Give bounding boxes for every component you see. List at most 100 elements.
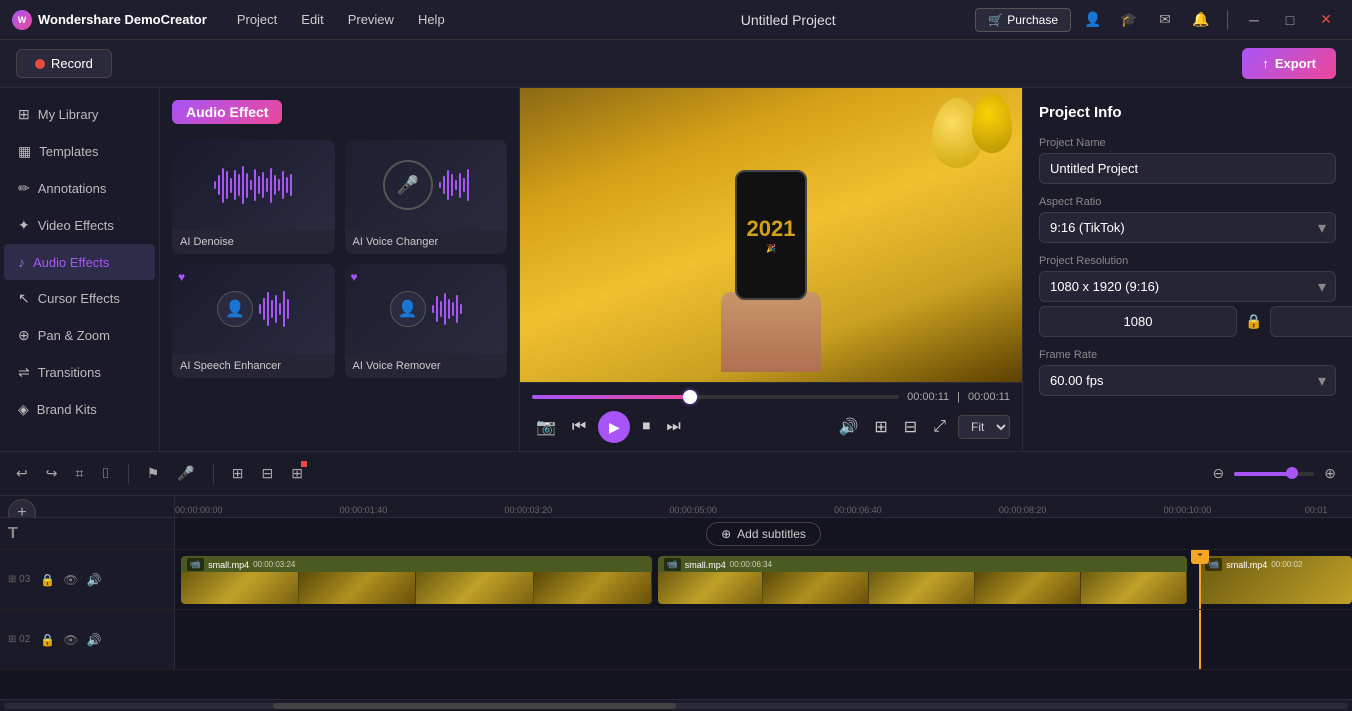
notification-button[interactable]: 🔔 (1187, 6, 1215, 34)
track-03-eye-button[interactable]: 👁 (61, 571, 80, 589)
ai-speech-enhancer-label: AI Speech Enhancer (172, 354, 335, 378)
playhead[interactable]: ⌖ (1199, 550, 1201, 609)
marker-button[interactable]: ⚑ (143, 461, 164, 486)
fullscreen-button[interactable]: ⤢ (929, 414, 950, 440)
sidebar-label-my-library: My Library (38, 107, 99, 122)
sidebar-item-cursor-effects[interactable]: ↖ Cursor Effects (4, 280, 155, 317)
annotations-icon: ✏ (18, 180, 30, 197)
crop-button[interactable]: ⊞ (870, 413, 891, 441)
track-02-mute-button[interactable]: 🔊 (84, 631, 103, 649)
subtitle-add-button[interactable]: ⊞ (228, 461, 248, 486)
ruler-4: 00:00:06:40 (834, 505, 882, 515)
zoom-slider-track[interactable] (1234, 472, 1314, 476)
undo-button[interactable]: ↩ (12, 461, 32, 486)
zoom-out-button[interactable]: ⊖ (1209, 461, 1229, 486)
track-02-eye-button[interactable]: 👁 (61, 631, 80, 649)
nav-edit[interactable]: Edit (291, 8, 333, 31)
aspect-ratio-select[interactable]: 9:16 (TikTok) (1039, 212, 1336, 243)
minimize-button[interactable]: ─ (1240, 6, 1268, 34)
project-name-input[interactable] (1039, 153, 1336, 184)
effect-card-ai-voice-remover[interactable]: ♥ 👤 AI Voice Remover (345, 264, 508, 378)
record-dot-icon (35, 59, 45, 69)
play-button[interactable]: ▶ (598, 411, 630, 443)
maximize-button[interactable]: □ (1276, 6, 1304, 34)
track-03-mute-button[interactable]: 🔊 (84, 571, 103, 589)
effect-card-ai-denoise[interactable]: AI Denoise (172, 140, 335, 254)
scroll-thumb[interactable] (273, 703, 676, 709)
nav-help[interactable]: Help (408, 8, 455, 31)
project-info-panel: Project Info Project Name Aspect Ratio 9… (1022, 88, 1352, 451)
sidebar-item-video-effects[interactable]: ✦ Video Effects (4, 207, 155, 244)
close-button[interactable]: ✕ (1312, 6, 1340, 34)
sidebar-item-pan-zoom[interactable]: ⊕ Pan & Zoom (4, 317, 155, 354)
screenshot-button[interactable]: 📷 (532, 413, 560, 441)
volume-button[interactable]: 🔊 (834, 413, 862, 441)
stop-button[interactable]: ⏹ (638, 414, 654, 440)
sidebar-item-brand-kits[interactable]: ◈ Brand Kits (4, 391, 155, 428)
cart-icon: 🛒 (988, 13, 1003, 27)
add-subtitle-button[interactable]: ⊕ Add subtitles (706, 522, 821, 546)
tl-divider-2 (213, 464, 214, 484)
frame-rate-label: Frame Rate (1039, 349, 1336, 361)
frame-rate-select[interactable]: 60.00 fps (1039, 365, 1336, 396)
subtitle-label-cell: T (0, 518, 175, 549)
track-02-lock-button[interactable]: 🔒 (38, 631, 57, 649)
redo-button[interactable]: ↪ (42, 461, 62, 486)
safe-zone-button[interactable]: ⊟ (900, 413, 921, 441)
sidebar-item-my-library[interactable]: ⊞ My Library (4, 96, 155, 133)
playhead-marker: ⌖ (1191, 550, 1209, 564)
progress-track[interactable] (532, 395, 899, 399)
ai-voice-remover-preview: ♥ 👤 (345, 264, 508, 354)
project-name-label: Project Name (1039, 137, 1336, 149)
lock-icon[interactable]: 🔒 (1245, 313, 1262, 330)
split-button[interactable]: ⌷ (97, 461, 113, 486)
purchase-button[interactable]: 🛒 Purchase (975, 8, 1071, 32)
track-03-lock-button[interactable]: 🔒 (38, 571, 57, 589)
mic-button[interactable]: 🎤 (173, 461, 198, 486)
learn-button[interactable]: 🎓 (1115, 6, 1143, 34)
next-frame-button[interactable]: ⏭ (662, 414, 684, 440)
clip-03-2[interactable]: 📹 small.mp4 00:00:06:34 (658, 556, 1188, 604)
video-effects-icon: ✦ (18, 217, 30, 234)
resolution-select[interactable]: 1080 x 1920 (9:16) (1039, 271, 1336, 302)
trim-button[interactable]: ⌗ (71, 461, 87, 486)
denoise-waveform (214, 165, 292, 205)
panel-header: Audio Effect (172, 100, 507, 124)
nav-project[interactable]: Project (227, 8, 287, 31)
sidebar-item-templates[interactable]: ▦ Templates (4, 133, 155, 170)
playhead-02 (1199, 610, 1201, 669)
nav-bar: Project Edit Preview Help (227, 8, 601, 31)
phone-device: 2021 🎉 (735, 170, 807, 300)
preview-area: 2021 🎉 00:00:11 | 00:00:11 📷 (520, 88, 1022, 451)
resolution-width-input[interactable] (1039, 306, 1237, 337)
progress-bar-container: 00:00:11 | 00:00:11 (532, 391, 1010, 403)
auto-caption-button[interactable]: ⊟ (258, 461, 278, 486)
scroll-track[interactable] (4, 703, 1348, 709)
record-button[interactable]: Record (16, 49, 112, 78)
zoom-in-button[interactable]: ⊕ (1320, 461, 1340, 486)
resolution-height-input[interactable] (1270, 306, 1352, 337)
ruler-spacer: + (0, 496, 175, 517)
ruler-7: 00:01 (1305, 505, 1328, 515)
ruler-2: 00:00:03:20 (505, 505, 553, 515)
sidebar-item-annotations[interactable]: ✏ Annotations (4, 170, 155, 207)
prev-frame-button[interactable]: ⏮ (568, 414, 590, 440)
effect-card-ai-voice-changer[interactable]: 🎤 AI Voice Changer (345, 140, 508, 254)
ai-denoise-preview (172, 140, 335, 230)
effects-track-button[interactable]: ⊞ (287, 461, 307, 486)
mail-button[interactable]: ✉ (1151, 6, 1179, 34)
fit-select[interactable]: Fit (958, 415, 1010, 439)
sidebar-item-transitions[interactable]: ⇌ Transitions (4, 354, 155, 391)
effect-card-ai-speech-enhancer[interactable]: ♥ 👤 AI Speech Enhancer (172, 264, 335, 378)
ai-voice-changer-label: AI Voice Changer (345, 230, 508, 254)
nav-preview[interactable]: Preview (338, 8, 404, 31)
export-button[interactable]: ↑ Export (1242, 48, 1336, 79)
playback-controls: 📷 ⏮ ▶ ⏹ ⏭ (532, 411, 685, 443)
sidebar-item-audio-effects[interactable]: ♪ Audio Effects (4, 244, 155, 280)
profile-button[interactable]: 👤 (1079, 6, 1107, 34)
clip-03-1[interactable]: 📹 small.mp4 00:00:03:24 (181, 556, 652, 604)
clip-03-3[interactable]: 📹 small.mp4 00:00:02 (1199, 556, 1352, 604)
frame-03-1-1 (181, 572, 299, 604)
title-bar: W Wondershare DemoCreator Project Edit P… (0, 0, 1352, 40)
video-frame: 2021 🎉 (520, 88, 1022, 382)
